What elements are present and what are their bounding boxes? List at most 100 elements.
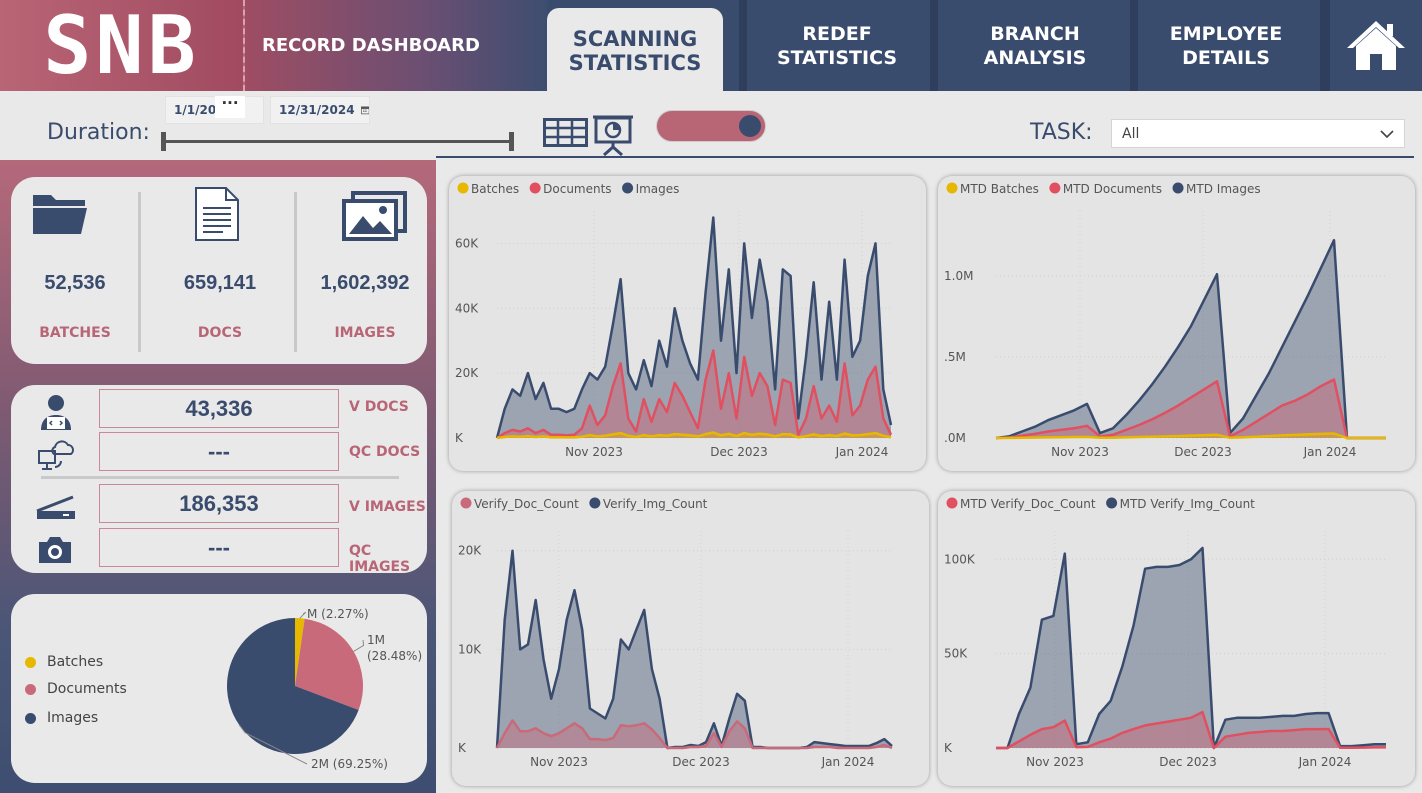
legend-item[interactable]: Verify_Doc_Count bbox=[460, 497, 580, 511]
legend-item[interactable]: Batches bbox=[457, 182, 520, 196]
legend-label: MTD Documents bbox=[1063, 182, 1162, 196]
verify-card: 43,336 V DOCS --- QC DOCS 186,353 V IMAG… bbox=[11, 385, 427, 575]
chart-panel-daily: Batches Documents Images K 20K 40K 60K Nov 2023… bbox=[449, 176, 926, 471]
chart-view-button[interactable] bbox=[590, 113, 636, 157]
legend-dot bbox=[622, 182, 634, 194]
record-dashboard-title: RECORD DASHBOARD bbox=[245, 0, 547, 91]
duration-label: Duration: bbox=[47, 120, 150, 145]
task-dropdown[interactable]: All bbox=[1111, 119, 1405, 148]
tab-employee-details[interactable]: EMPLOYEE DETAILS bbox=[1140, 0, 1312, 91]
kpi-images: 1,602,392 IMAGES bbox=[301, 177, 429, 347]
pie-chart: M (2.27%) 1M (28.48%) 2M (69.25%) bbox=[227, 607, 422, 771]
x-tick-label: Dec 2023 bbox=[672, 755, 730, 769]
filter-divider bbox=[436, 156, 1414, 158]
v-images-label: V IMAGES bbox=[349, 499, 426, 515]
tab-separator bbox=[1130, 0, 1138, 91]
pie-data-label: 2M (69.25%) bbox=[311, 757, 388, 771]
x-tick-label: Dec 2023 bbox=[1159, 755, 1217, 769]
tab-separator bbox=[739, 0, 747, 91]
legend-label: Batches bbox=[471, 182, 519, 196]
v-docs-value: 43,336 bbox=[99, 389, 339, 428]
tab-redef-statistics[interactable]: REDEF STATISTICS bbox=[748, 0, 926, 91]
y-tick-label: 100K bbox=[944, 552, 976, 566]
kpi-divider bbox=[294, 192, 297, 352]
pie-data-label: M (2.27%) bbox=[307, 607, 369, 621]
home-button[interactable] bbox=[1330, 0, 1422, 91]
chart-panel-mtd-verify: MTD Verify_Doc_Count MTD Verify_Img_Count… bbox=[938, 491, 1415, 786]
legend-item[interactable]: Images bbox=[622, 182, 679, 196]
legend-label: MTD Batches bbox=[960, 182, 1039, 196]
chart-panel-verify: Verify_Doc_Count Verify_Img_Count K 10K 20K N… bbox=[452, 491, 929, 786]
verify-divider bbox=[41, 476, 399, 479]
legend-item[interactable]: MTD Batches bbox=[946, 182, 1039, 196]
y-tick-label: 20K bbox=[455, 366, 479, 380]
legend-dot bbox=[589, 497, 601, 509]
y-tick-label: .0M bbox=[944, 431, 966, 445]
more-options-icon[interactable]: ··· bbox=[215, 96, 245, 118]
v-images-value: 186,353 bbox=[99, 484, 339, 523]
qc-images-value: --- bbox=[99, 528, 339, 567]
duration-slider[interactable] bbox=[161, 132, 514, 151]
table-view-button[interactable] bbox=[543, 115, 589, 153]
batches-label: BATCHES bbox=[39, 325, 111, 341]
legend-dot bbox=[1172, 182, 1184, 194]
kpi-card: 52,536 BATCHES 659,141 DOCS 1,602,392 IM… bbox=[11, 177, 427, 364]
y-tick-label: 1.0M bbox=[944, 269, 973, 283]
legend-item[interactable]: MTD Verify_Img_Count bbox=[1106, 497, 1255, 511]
y-tick-label: .5M bbox=[944, 350, 966, 364]
legend-item[interactable]: Documents bbox=[529, 182, 612, 196]
legend-dot bbox=[529, 182, 541, 194]
x-tick-label: Dec 2023 bbox=[1174, 445, 1232, 459]
legend-label: Verify_Img_Count bbox=[603, 497, 708, 511]
legend-item[interactable]: Verify_Img_Count bbox=[589, 497, 708, 511]
y-tick-label: K bbox=[944, 741, 953, 755]
legend-label: Images bbox=[636, 182, 680, 196]
kpi-docs: 659,141 DOCS bbox=[156, 177, 284, 347]
snb-logo: SNB bbox=[0, 0, 245, 92]
legend-dot bbox=[946, 497, 958, 509]
x-tick-label: Nov 2023 bbox=[565, 445, 623, 459]
images-count: 1,602,392 bbox=[320, 272, 410, 294]
tab-scanning-statistics[interactable]: SCANNING STATISTICS bbox=[547, 8, 723, 94]
legend-dot bbox=[460, 497, 472, 509]
calendar-icon bbox=[360, 106, 369, 115]
pie-leader-line bbox=[299, 611, 307, 619]
pie-leader-line bbox=[353, 639, 365, 652]
y-tick-label: 40K bbox=[455, 301, 479, 315]
document-icon bbox=[195, 187, 239, 241]
v-docs-label: V DOCS bbox=[349, 399, 409, 415]
tab-branch-analysis[interactable]: BRANCH ANALYSIS bbox=[942, 0, 1128, 91]
x-tick-label: Nov 2023 bbox=[1051, 445, 1109, 459]
legend-item[interactable]: MTD Images bbox=[1172, 182, 1261, 196]
y-tick-label: K bbox=[458, 741, 467, 755]
x-tick-label: Jan 2024 bbox=[1298, 755, 1352, 769]
y-tick-label: 20K bbox=[458, 544, 482, 558]
legend-dot bbox=[457, 182, 469, 194]
legend-label: Documents bbox=[543, 182, 611, 196]
camera-icon bbox=[39, 537, 71, 563]
presentation-chart-icon bbox=[593, 115, 633, 157]
scanner-icon bbox=[36, 495, 75, 519]
cloud-sync-icon bbox=[38, 440, 74, 470]
series-area bbox=[497, 550, 892, 748]
home-icon bbox=[1347, 20, 1405, 70]
legend-item[interactable]: MTD Verify_Doc_Count bbox=[946, 497, 1096, 511]
legend-label: MTD Verify_Img_Count bbox=[1120, 497, 1256, 511]
task-label: TASK: bbox=[1030, 120, 1093, 145]
tab-separator bbox=[1320, 0, 1330, 91]
kpi-batches: 52,536 BATCHES bbox=[11, 177, 139, 347]
x-tick-label: Jan 2024 bbox=[1303, 445, 1357, 459]
docs-label: DOCS bbox=[197, 325, 243, 341]
end-date-input[interactable]: 12/31/2024 bbox=[270, 96, 370, 124]
x-tick-label: Jan 2024 bbox=[821, 755, 875, 769]
qc-images-label: QC IMAGES bbox=[349, 543, 411, 575]
legend-item[interactable]: MTD Documents bbox=[1049, 182, 1162, 196]
view-toggle[interactable] bbox=[656, 110, 766, 142]
legend-label: Verify_Doc_Count bbox=[474, 497, 579, 511]
images-icon bbox=[342, 191, 407, 241]
x-tick-label: Nov 2023 bbox=[1026, 755, 1084, 769]
docs-count: 659,141 bbox=[183, 272, 257, 294]
user-coder-icon bbox=[41, 395, 71, 430]
batches-count: 52,536 bbox=[44, 272, 106, 294]
y-tick-label: 10K bbox=[458, 642, 482, 656]
